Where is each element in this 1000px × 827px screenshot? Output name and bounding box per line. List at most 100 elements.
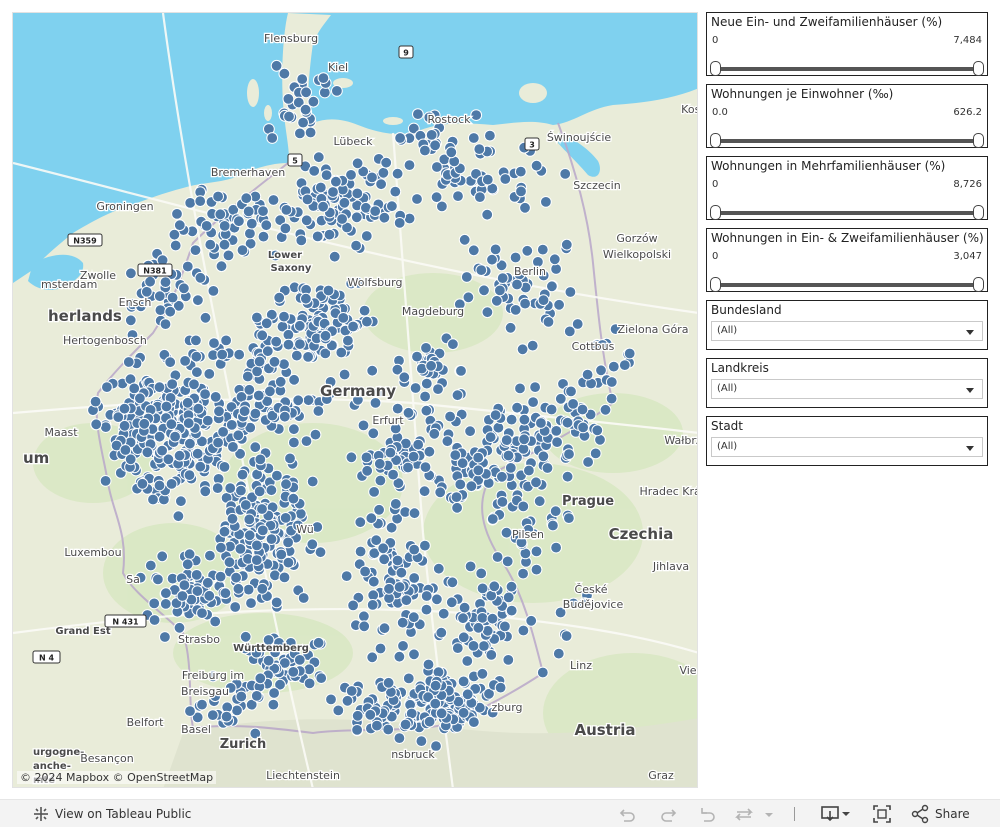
location-marker[interactable] (502, 449, 515, 462)
location-marker[interactable] (178, 282, 190, 295)
location-marker[interactable] (595, 364, 607, 377)
location-marker[interactable] (530, 563, 543, 576)
bundesland-dropdown[interactable]: (All) (711, 321, 983, 341)
location-marker[interactable] (154, 304, 167, 317)
location-marker[interactable] (312, 151, 325, 164)
location-marker[interactable] (460, 271, 473, 283)
location-marker[interactable] (347, 599, 360, 612)
location-marker[interactable] (549, 505, 562, 518)
map-canvas[interactable]: Flensburg Kiel Rostock Kosza Lübeck Świnoujśc… (13, 13, 698, 788)
location-marker[interactable] (270, 596, 283, 609)
location-marker[interactable] (374, 642, 387, 655)
location-marker[interactable] (306, 475, 319, 488)
location-marker[interactable] (446, 576, 459, 589)
location-marker[interactable] (282, 536, 295, 549)
location-marker[interactable] (550, 541, 562, 554)
location-marker[interactable] (179, 355, 192, 367)
location-marker[interactable] (429, 139, 442, 152)
location-marker[interactable] (90, 418, 103, 431)
location-marker[interactable] (523, 464, 535, 477)
location-marker[interactable] (431, 161, 443, 173)
location-marker[interactable] (412, 108, 424, 120)
location-marker[interactable] (371, 719, 383, 732)
location-marker[interactable] (251, 311, 263, 324)
location-marker[interactable] (283, 110, 295, 123)
location-marker[interactable] (319, 329, 332, 342)
location-marker[interactable] (287, 666, 300, 678)
location-marker[interactable] (330, 175, 342, 188)
location-marker[interactable] (374, 474, 387, 487)
location-marker[interactable] (230, 571, 243, 584)
download-button[interactable] (820, 800, 852, 827)
location-marker[interactable] (399, 718, 412, 731)
location-marker[interactable] (183, 548, 196, 561)
location-marker[interactable] (599, 403, 612, 416)
location-marker[interactable] (191, 366, 203, 379)
location-marker[interactable] (505, 580, 518, 593)
location-marker[interactable] (300, 214, 313, 227)
location-marker[interactable] (457, 631, 470, 644)
location-marker[interactable] (315, 672, 328, 684)
location-marker[interactable] (465, 480, 478, 493)
location-marker[interactable] (312, 405, 325, 417)
location-marker[interactable] (160, 400, 173, 413)
location-marker[interactable] (441, 435, 454, 448)
location-marker[interactable] (332, 704, 345, 717)
slider-wohnungen-mehrfamilienhaeuser[interactable]: Wohnungen in Mehrfamilienhäuser (%) 0 8,… (706, 156, 988, 220)
location-marker[interactable] (476, 612, 489, 624)
location-marker[interactable] (204, 549, 216, 562)
location-marker[interactable] (215, 541, 227, 554)
location-marker[interactable] (300, 86, 313, 99)
location-marker[interactable] (373, 503, 386, 516)
location-marker[interactable] (561, 416, 574, 429)
location-marker[interactable] (454, 478, 467, 491)
location-marker[interactable] (181, 396, 194, 409)
location-marker[interactable] (589, 447, 602, 460)
location-marker[interactable] (511, 401, 524, 414)
location-marker[interactable] (238, 405, 251, 418)
location-marker[interactable] (485, 649, 498, 661)
location-marker[interactable] (554, 392, 567, 405)
location-marker[interactable] (216, 348, 229, 361)
location-marker[interactable] (147, 493, 159, 506)
location-marker[interactable] (218, 525, 231, 538)
location-marker[interactable] (492, 421, 505, 434)
location-marker[interactable] (243, 513, 256, 526)
slider-handle-min[interactable] (710, 205, 721, 220)
location-marker[interactable] (165, 478, 178, 490)
location-marker[interactable] (472, 621, 485, 634)
location-marker[interactable] (199, 485, 212, 498)
location-marker[interactable] (351, 709, 364, 722)
location-marker[interactable] (191, 447, 204, 460)
location-marker[interactable] (420, 590, 433, 602)
location-marker[interactable] (261, 345, 274, 358)
location-marker[interactable] (201, 414, 214, 427)
location-marker[interactable] (393, 581, 406, 593)
location-marker[interactable] (470, 109, 483, 121)
location-marker[interactable] (302, 351, 315, 363)
location-marker[interactable] (560, 238, 573, 251)
location-marker[interactable] (264, 385, 276, 398)
revert-button[interactable] (698, 800, 718, 827)
location-marker[interactable] (476, 667, 489, 680)
location-marker[interactable] (297, 116, 310, 129)
location-marker[interactable] (457, 675, 470, 688)
location-marker[interactable] (322, 284, 335, 297)
location-marker[interactable] (490, 294, 503, 307)
location-marker[interactable] (296, 73, 309, 85)
location-marker[interactable] (560, 630, 573, 642)
location-marker[interactable] (173, 219, 186, 232)
location-marker[interactable] (279, 512, 292, 524)
location-marker[interactable] (481, 208, 494, 221)
location-marker[interactable] (605, 376, 618, 388)
location-marker[interactable] (293, 319, 306, 332)
location-marker[interactable] (468, 716, 480, 728)
location-marker[interactable] (368, 486, 381, 498)
location-marker[interactable] (449, 449, 462, 462)
location-marker[interactable] (224, 482, 237, 495)
location-marker[interactable] (218, 238, 231, 251)
location-marker[interactable] (138, 417, 151, 430)
location-marker[interactable] (354, 516, 367, 529)
location-marker[interactable] (233, 215, 245, 228)
location-marker[interactable] (328, 250, 341, 263)
